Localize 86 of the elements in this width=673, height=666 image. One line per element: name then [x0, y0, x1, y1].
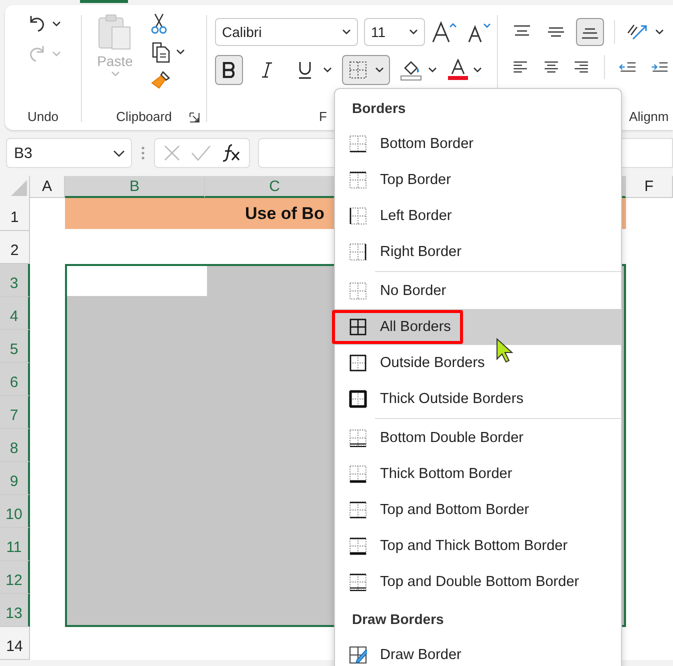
scissors-icon[interactable]: [150, 13, 168, 35]
format-painter-icon[interactable]: [150, 69, 172, 91]
grow-font-icon[interactable]: [431, 20, 459, 44]
active-cell[interactable]: [67, 266, 207, 296]
menu-item[interactable]: Right Border: [335, 234, 621, 270]
caret-icon: [110, 71, 120, 77]
column-header[interactable]: F: [626, 176, 673, 198]
menu-item[interactable]: Thick Outside Borders: [335, 381, 621, 417]
row-header[interactable]: 11: [0, 528, 30, 561]
caret-icon[interactable]: [428, 67, 437, 73]
row-header[interactable]: 10: [0, 495, 30, 528]
caret-icon[interactable]: [323, 67, 332, 73]
dialog-launcher-icon[interactable]: [189, 112, 200, 123]
border-icon: [349, 646, 367, 664]
bottom-align-button[interactable]: [576, 18, 604, 46]
row-header[interactable]: 6: [0, 363, 30, 396]
group-label: Clipboard: [116, 108, 172, 124]
font-name-dropdown[interactable]: Calibri: [215, 18, 358, 46]
row-header[interactable]: 14: [0, 627, 30, 660]
group-label: F: [319, 108, 327, 124]
align-center-icon[interactable]: [542, 59, 560, 75]
font-color-icon[interactable]: [447, 59, 469, 81]
mouse-pointer-icon: [496, 338, 516, 364]
menu-section-title: Borders: [352, 100, 406, 116]
menu-item[interactable]: Top and Bottom Border: [335, 492, 621, 528]
function-icon[interactable]: [221, 143, 241, 163]
row-header[interactable]: 5: [0, 330, 30, 363]
row-header[interactable]: 9: [0, 462, 30, 495]
row-header[interactable]: 4: [0, 297, 30, 330]
border-icon: [349, 536, 367, 556]
font-size-dropdown[interactable]: 11: [364, 18, 425, 46]
border-icon: [349, 572, 367, 592]
border-icon: [349, 464, 367, 484]
clipboard-icon: [97, 13, 133, 51]
column-header[interactable]: A: [30, 176, 65, 198]
column-header[interactable]: B: [65, 176, 205, 198]
caret-icon: [374, 67, 384, 73]
enter-check-icon[interactable]: [191, 144, 211, 162]
menu-item[interactable]: No Border: [335, 273, 621, 309]
border-icon: [349, 134, 367, 154]
caret-icon[interactable]: [473, 67, 482, 73]
row-header[interactable]: 12: [0, 561, 30, 594]
border-icon: [349, 206, 367, 226]
menu-item[interactable]: Thick Bottom Border: [335, 456, 621, 492]
border-icon: [349, 428, 367, 448]
italic-icon: [261, 62, 273, 78]
border-icon: [349, 390, 367, 408]
caret-icon[interactable]: [176, 49, 185, 55]
menu-item[interactable]: Draw Border: [335, 637, 621, 666]
menu-section-title: Draw Borders: [352, 610, 444, 626]
border-grid-icon: [348, 61, 366, 79]
row-header[interactable]: 8: [0, 429, 30, 462]
menu-item[interactable]: Outside Borders: [335, 345, 621, 381]
underline-icon: [298, 61, 312, 79]
menu-item[interactable]: Bottom Border: [335, 126, 621, 162]
menu-item[interactable]: Bottom Double Border: [335, 420, 621, 456]
row-header[interactable]: 13: [0, 594, 30, 627]
border-icon: [349, 282, 367, 300]
row-header[interactable]: 7: [0, 396, 30, 429]
row-header[interactable]: 1: [0, 198, 30, 231]
bold-icon: [222, 62, 236, 78]
row-header[interactable]: 3: [0, 264, 30, 297]
name-box[interactable]: B3: [6, 138, 132, 168]
row-header[interactable]: 2: [0, 231, 30, 264]
menu-item[interactable]: All Borders: [335, 309, 621, 345]
group-label: Alignm: [629, 108, 669, 124]
bold-button[interactable]: [215, 55, 243, 85]
menu-item[interactable]: Top and Thick Bottom Border: [335, 528, 621, 564]
caret-icon: [409, 29, 418, 35]
border-icon: [349, 170, 367, 190]
border-icon: [349, 242, 367, 262]
caret-icon: [342, 29, 351, 35]
grip-icon: [140, 145, 146, 161]
caret-icon[interactable]: [52, 21, 60, 27]
border-icon: [349, 354, 367, 372]
borders-button[interactable]: [342, 55, 390, 85]
align-left-icon[interactable]: [512, 59, 529, 75]
align-right-icon[interactable]: [573, 59, 590, 75]
copy-icon[interactable]: [150, 41, 172, 63]
fill-color-icon[interactable]: [400, 59, 424, 81]
border-icon: [349, 500, 367, 520]
menu-item[interactable]: Top and Double Bottom Border: [335, 564, 621, 600]
active-tab-underline: [80, 0, 128, 3]
border-icon: [349, 318, 367, 336]
group-label: Undo: [27, 108, 59, 124]
caret-icon[interactable]: [655, 29, 664, 35]
